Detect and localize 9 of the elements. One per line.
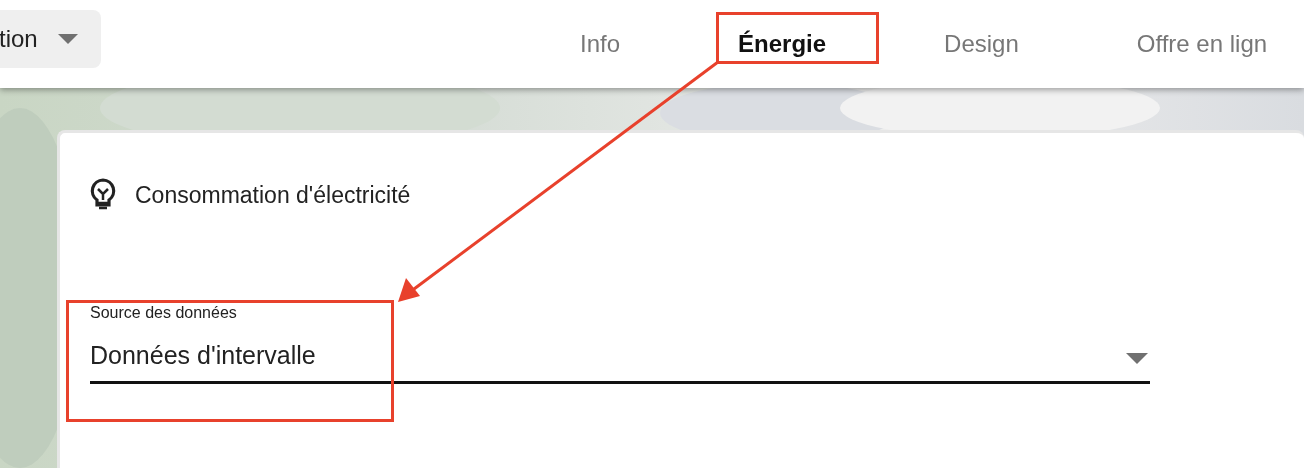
select-field[interactable]: Source des données Données d'intervalle	[90, 301, 1150, 384]
dropdown-button[interactable]: tion	[0, 10, 101, 68]
tab[interactable]: Énergie	[738, 26, 827, 62]
tab[interactable]: Offre en lign	[1136, 26, 1268, 62]
tab[interactable]: Info	[580, 26, 621, 62]
caret-icon	[57, 34, 78, 44]
caret-icon	[1126, 352, 1148, 364]
tab[interactable]: Design	[944, 26, 1019, 62]
card-title: Consommation d'électricité	[135, 180, 411, 210]
